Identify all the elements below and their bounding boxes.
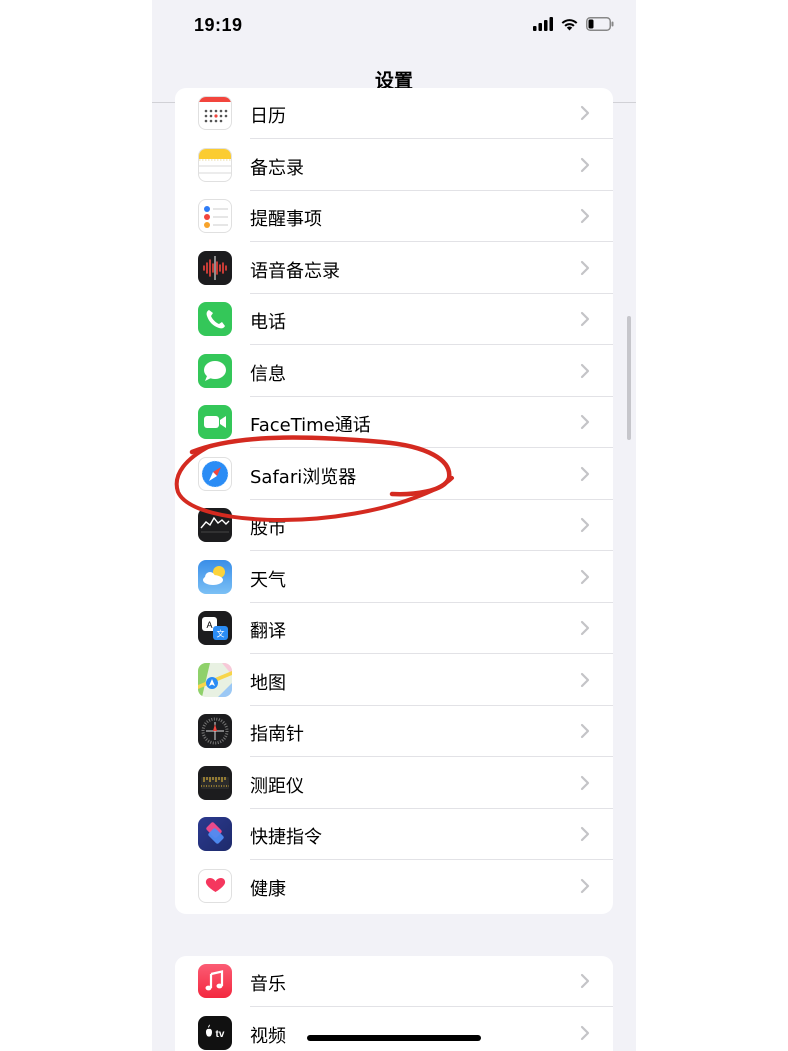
settings-row-label: 快捷指令 (250, 827, 322, 848)
chevron-right-icon (580, 414, 590, 430)
chevron-right-icon (580, 620, 590, 636)
settings-row-stocks[interactable]: 股市 (175, 500, 613, 551)
chevron-right-icon (580, 723, 590, 739)
settings-row-messages[interactable]: 信息 (175, 346, 613, 397)
settings-row-label: 电话 (250, 312, 286, 333)
settings-row-label: 语音备忘录 (250, 260, 340, 282)
tv-icon-text: tv (216, 1029, 225, 1040)
settings-screen: 19:19 设置 日历 备忘录 提醒事项 语音备忘录 电话 信息 FaceTim… (152, 0, 636, 1051)
settings-row-voice-memos[interactable]: 语音备忘录 (175, 243, 613, 294)
settings-row-label: 音乐 (250, 974, 286, 995)
settings-row-label: 备忘录 (250, 157, 304, 179)
weather-icon (198, 559, 232, 594)
settings-row-health[interactable]: 健康 (175, 861, 613, 912)
tv-icon: tv (198, 1015, 232, 1050)
measure-icon (198, 765, 232, 800)
settings-row-translate[interactable]: A 文 翻译 (175, 603, 613, 654)
chevron-right-icon (580, 775, 590, 790)
status-bar: 19:19 (152, 0, 636, 54)
chevron-right-icon (580, 466, 590, 481)
settings-row-label: 翻译 (250, 621, 286, 642)
settings-row-label: 提醒事项 (250, 209, 322, 230)
settings-row-label: 地图 (250, 672, 286, 694)
notes-icon (198, 147, 232, 182)
shortcuts-icon (198, 817, 232, 851)
settings-row-label: 指南针 (250, 724, 304, 745)
health-icon (198, 868, 232, 903)
maps-icon (198, 662, 232, 697)
settings-row-music[interactable]: 音乐 (175, 956, 613, 1007)
chevron-right-icon (580, 569, 590, 584)
chevron-right-icon (580, 826, 590, 842)
battery-icon (586, 17, 614, 31)
reminders-icon (198, 199, 232, 233)
stocks-icon (198, 508, 232, 542)
settings-row-label: 健康 (250, 878, 286, 900)
settings-row-label: Safari浏览器 (250, 466, 357, 488)
settings-row-weather[interactable]: 天气 (175, 552, 613, 603)
settings-row-label: FaceTime通话 (250, 415, 371, 436)
settings-row-label: 日历 (250, 106, 286, 127)
settings-row-label: 天气 (250, 569, 286, 591)
settings-row-label: 视频 (250, 1025, 286, 1047)
chevron-right-icon (580, 260, 590, 275)
messages-icon (198, 353, 232, 388)
settings-row-shortcuts[interactable]: 快捷指令 (175, 809, 613, 860)
chevron-right-icon (580, 517, 590, 533)
settings-row-maps[interactable]: 地图 (175, 655, 613, 706)
settings-row-label: 信息 (250, 363, 286, 385)
chevron-right-icon (580, 208, 590, 224)
settings-row-label: 测距仪 (250, 775, 304, 797)
compass-icon (198, 714, 232, 748)
settings-row-tv[interactable]: tv 视频 (175, 1008, 613, 1051)
settings-row-calendar[interactable]: 日历 (175, 88, 613, 139)
settings-row-notes[interactable]: 备忘录 (175, 140, 613, 191)
settings-row-reminders[interactable]: 提醒事项 (175, 191, 613, 242)
facetime-icon (198, 405, 232, 439)
music-icon (198, 964, 232, 998)
chevron-right-icon (580, 105, 590, 121)
scroll-indicator[interactable] (627, 316, 631, 440)
settings-row-measure[interactable]: 测距仪 (175, 758, 613, 809)
voice-memos-icon (198, 250, 232, 285)
calendar-icon (198, 96, 232, 130)
settings-row-facetime[interactable]: FaceTime通话 (175, 397, 613, 448)
settings-group-apps: 日历 备忘录 提醒事项 语音备忘录 电话 信息 FaceTime通话 Safar… (175, 88, 613, 914)
chevron-right-icon (580, 1025, 590, 1040)
home-indicator[interactable] (307, 1035, 481, 1041)
safari-icon (198, 456, 232, 491)
status-icons (533, 17, 614, 31)
wifi-icon (561, 19, 578, 31)
cellular-signal-icon (533, 17, 553, 31)
chevron-right-icon (580, 363, 590, 378)
chevron-right-icon (580, 311, 590, 327)
settings-row-safari[interactable]: Safari浏览器 (175, 449, 613, 500)
chevron-right-icon (580, 973, 590, 989)
chevron-right-icon (580, 157, 590, 172)
svg-text:A: A (206, 620, 212, 630)
settings-row-phone[interactable]: 电话 (175, 294, 613, 345)
chevron-right-icon (580, 672, 590, 687)
settings-row-label: 股市 (250, 518, 286, 539)
translate-icon: A 文 (198, 611, 232, 645)
phone-icon (198, 302, 232, 336)
svg-text:文: 文 (217, 629, 225, 639)
status-time: 19:19 (194, 15, 243, 35)
chevron-right-icon (580, 878, 590, 893)
settings-row-compass[interactable]: 指南针 (175, 706, 613, 757)
